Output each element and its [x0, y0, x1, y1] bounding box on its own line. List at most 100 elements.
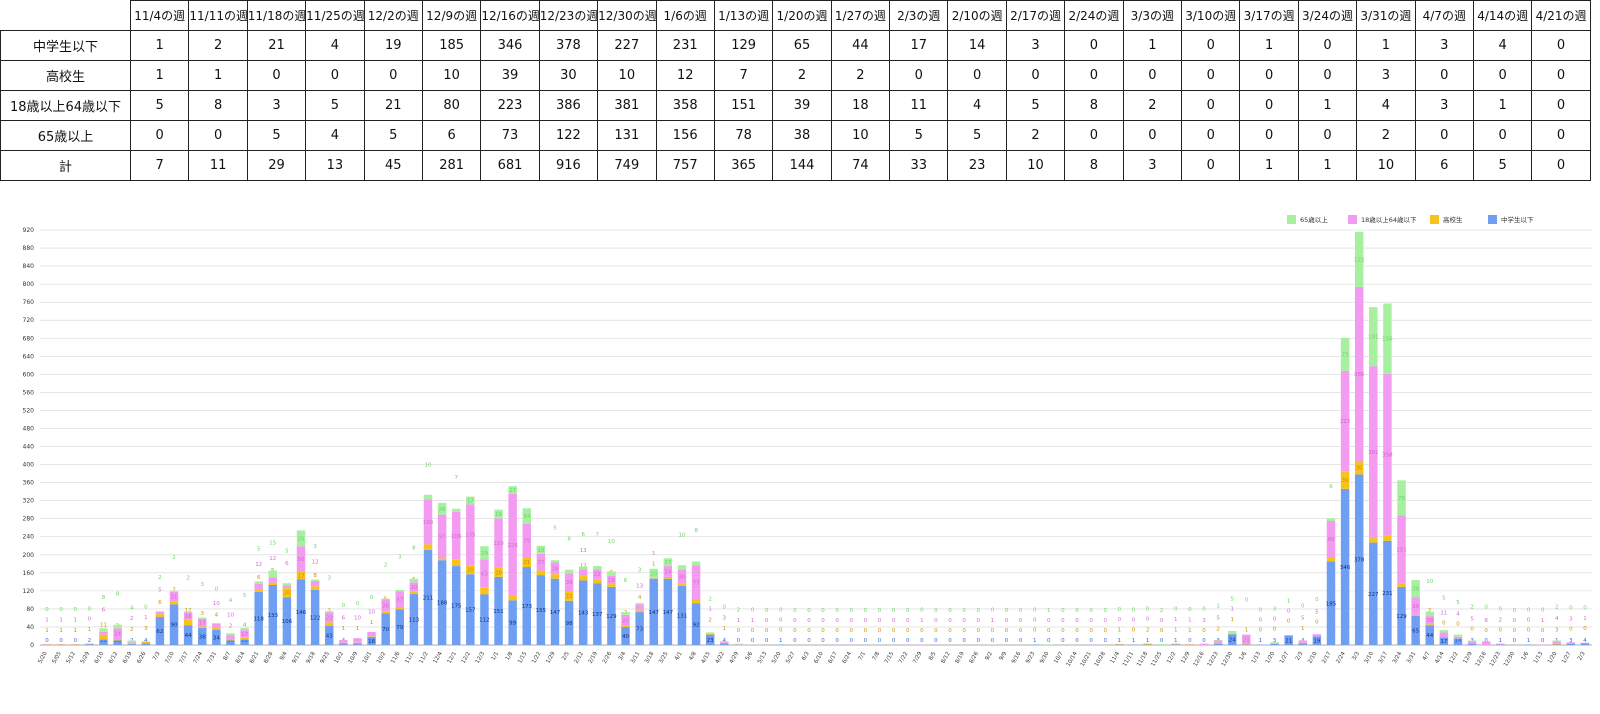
table-cell: 38 [772, 120, 832, 151]
table-cell: 0 [1181, 60, 1241, 91]
data-label: 0 [342, 603, 346, 609]
data-label: 0 [215, 586, 219, 592]
data-label: 0 [1019, 628, 1023, 634]
table-cell: 4 [1356, 90, 1416, 121]
data-label: 0 [1033, 608, 1037, 614]
data-label: 6 [158, 600, 162, 606]
x-tick-label: 8/19 [955, 651, 967, 665]
table-cell: 8 [188, 90, 248, 121]
data-label: 4 [130, 605, 134, 611]
data-label: 0 [1513, 638, 1517, 644]
data-label: 10 [608, 539, 615, 545]
data-label: 0 [793, 628, 797, 634]
data-label: 0 [1047, 628, 1051, 634]
bar-segment [1199, 643, 1209, 645]
data-label: 0 [1005, 638, 1009, 644]
data-label: 0 [892, 618, 896, 624]
x-tick-label: 1/13 [1251, 651, 1263, 665]
table-cell: 2 [830, 60, 891, 91]
data-label: 0 [878, 628, 882, 634]
table-cell: 0 [1064, 120, 1124, 151]
bar-segment [1439, 630, 1449, 633]
x-tick-label: 4/15 [701, 651, 713, 665]
data-label: 2 [1499, 618, 1503, 624]
data-label: 0 [1089, 618, 1093, 624]
data-label: 5 [257, 547, 261, 553]
table-cell: 4 [947, 90, 1007, 121]
table-corner-cell [0, 0, 131, 31]
data-label: 0 [864, 628, 868, 634]
data-label: 19 [495, 512, 502, 518]
data-label: 2 [158, 575, 162, 581]
data-label: 0 [892, 638, 896, 644]
x-tick-label: 9/2 [984, 651, 994, 662]
bar-segment [607, 584, 616, 587]
bar-segment [395, 608, 405, 610]
data-label: 0 [1583, 626, 1587, 632]
data-label: 17 [199, 621, 206, 627]
data-label: 0 [1259, 608, 1263, 614]
legend-label: 高校生 [1443, 215, 1463, 224]
row-label: 中学生以下 [0, 30, 131, 61]
x-tick-label: 3/10 [1364, 651, 1376, 665]
table-cell: 0 [129, 120, 190, 151]
table-cell: 12 [655, 60, 715, 91]
x-tick-label: 9/11 [291, 651, 302, 665]
data-label: 1 [1583, 616, 1587, 622]
bar-segment [226, 639, 235, 641]
table-row: 65歳以上 0 0 5 4 5 6 73 122 131 156 78 38 10 5 5 2 0 0 0 0 0 2 0 0 0 [0, 120, 1591, 151]
table-cell: 223 [480, 90, 540, 121]
data-label: 21 [523, 560, 530, 566]
data-label: 0 [723, 604, 727, 610]
table-row: 計 7 11 29 13 45 281 681 916 749 757 365 144 74 33 23 10 8… [0, 150, 1591, 181]
table-cell: 44 [830, 30, 891, 61]
x-tick-label: 6/3 [801, 651, 811, 662]
data-label: 12 [269, 556, 276, 562]
y-tick-label: 480 [23, 425, 35, 432]
data-label: 1 [751, 618, 755, 624]
week-header: 12/9の週 [421, 0, 482, 31]
data-label: 0 [779, 628, 783, 634]
data-label: 43 [326, 633, 333, 639]
week-header: 3/17の週 [1239, 0, 1299, 31]
y-tick-label: 160 [23, 570, 35, 577]
table-cell: 1 [129, 30, 190, 61]
week-header: 4/21の週 [1531, 0, 1591, 31]
week-header: 2/3の週 [889, 0, 949, 31]
x-tick-label: 3/17 [1378, 651, 1390, 665]
x-tick-label: 1/6 [1238, 651, 1248, 662]
y-tick-label: 360 [23, 480, 35, 487]
data-label: 63 [481, 572, 488, 578]
bar-segment [212, 623, 221, 628]
data-label: 4 [229, 598, 233, 604]
bar-segment [578, 566, 588, 570]
data-label: 21 [171, 595, 178, 601]
bar-segment [85, 644, 94, 645]
table-cell: 2 [772, 60, 832, 91]
week-header: 4/7の週 [1414, 0, 1474, 31]
data-label: 1 [779, 638, 783, 644]
bar-segment [1425, 611, 1434, 617]
data-label: 358 [1382, 453, 1393, 459]
y-tick-label: 120 [23, 588, 35, 595]
data-label: 17 [298, 573, 305, 579]
data-label: 0 [1061, 638, 1065, 644]
data-label: 0 [1132, 618, 1136, 624]
table-cell: 1 [1297, 90, 1358, 121]
data-label: 0 [1146, 607, 1150, 613]
table-cell: 185 [421, 30, 482, 61]
data-label: 44 [185, 633, 192, 639]
data-label: 0 [1188, 607, 1192, 613]
x-tick-label: 11/11 [1122, 651, 1135, 668]
x-tick-label: 5/20 [771, 651, 783, 665]
table-cell: 0 [246, 60, 307, 91]
table-cell: 1 [1356, 30, 1416, 61]
data-label: 1 [1146, 638, 1150, 644]
data-label: 0 [370, 595, 374, 601]
data-label: 0 [45, 607, 49, 613]
table-cell: 0 [1472, 60, 1533, 91]
bar-segment [1326, 557, 1336, 562]
data-label: 29 [481, 551, 488, 557]
table-cell: 0 [305, 60, 365, 91]
y-tick-label: 560 [23, 389, 35, 396]
